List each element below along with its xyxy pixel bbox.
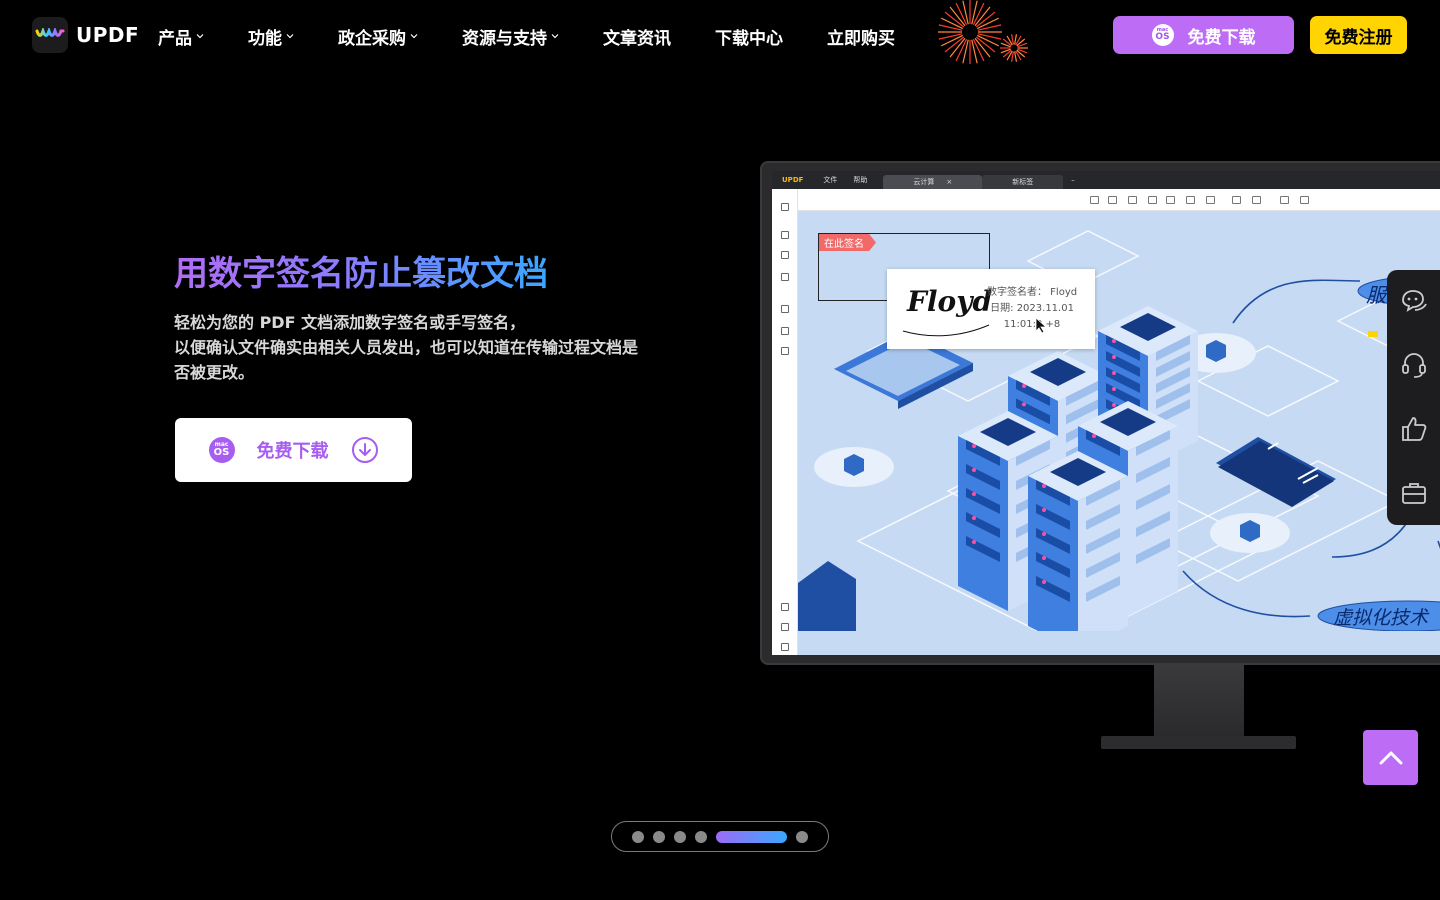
nav-menu-item[interactable]: 资源与支持 bbox=[462, 24, 559, 49]
toolbar-tool-icon[interactable] bbox=[1232, 196, 1241, 204]
fireworks-icon bbox=[938, 0, 1028, 64]
chevron-down-icon bbox=[410, 34, 418, 39]
new-tab-icon[interactable]: – bbox=[1071, 176, 1075, 184]
download-arrow-icon bbox=[351, 437, 378, 463]
macos-icon: mac OS bbox=[1151, 24, 1174, 46]
toolbar-tool-icon[interactable] bbox=[1166, 196, 1175, 204]
left-rail-tool-icon[interactable] bbox=[781, 603, 789, 611]
chevron-down-icon bbox=[551, 34, 559, 39]
logo[interactable]: UPDF bbox=[32, 17, 139, 53]
toolbar-tool-icon[interactable] bbox=[1300, 196, 1309, 204]
nav-menu-label: 资源与支持 bbox=[462, 28, 547, 49]
toolbar-tool-icon[interactable] bbox=[1090, 196, 1099, 204]
hero-description: 轻松为您的 PDF 文档添加数字签名或手写签名， 以便确认文件确实由相关人员发出… bbox=[174, 310, 714, 385]
nav-menu-label: 下载中心 bbox=[715, 28, 783, 49]
hero-desc-line: 否被更改。 bbox=[174, 363, 255, 382]
macos-icon: mac OS bbox=[208, 437, 235, 463]
pager-dot[interactable] bbox=[796, 830, 808, 843]
left-rail-tool-icon[interactable] bbox=[781, 251, 789, 259]
nav-menu-item[interactable]: 功能 bbox=[248, 24, 294, 49]
download-button-hero[interactable]: mac OS 免费下载 bbox=[175, 418, 412, 482]
main-menu: 产品 功能 政企采购 资源与支持 文章资讯 下载中心 立即购买 bbox=[158, 0, 939, 72]
download-label: 免费下载 bbox=[256, 441, 329, 462]
left-rail-tool-icon[interactable] bbox=[781, 327, 789, 335]
toolbar-tool-icon[interactable] bbox=[1280, 196, 1289, 204]
briefcase-icon[interactable] bbox=[1399, 478, 1429, 508]
thumbs-up-icon[interactable] bbox=[1399, 414, 1429, 444]
signature-card[interactable]: Floyd 数字签名者： Floyd 日期: 2023.11.01 11:01:… bbox=[887, 269, 1095, 349]
nav-menu-label: 立即购买 bbox=[827, 28, 895, 49]
document-canvas: 服 虚拟化技术 在此签名 Floyd 数字签名者： Floyd 日期: 2023… bbox=[798, 211, 1440, 655]
pager-dot[interactable] bbox=[653, 830, 665, 843]
monitor-stand bbox=[1154, 665, 1244, 737]
nav-menu-item[interactable]: 文章资讯 bbox=[603, 24, 671, 49]
app-menu-help[interactable]: 帮助 bbox=[853, 175, 867, 185]
pager-dot-active[interactable] bbox=[716, 830, 787, 843]
toolbar-tool-icon[interactable] bbox=[1128, 196, 1137, 204]
chevron-down-icon bbox=[286, 34, 294, 39]
download-button-top[interactable]: mac OS 免费下载 bbox=[1113, 16, 1294, 54]
app-left-rail bbox=[772, 189, 798, 655]
toolbar-tool-icon[interactable] bbox=[1186, 196, 1195, 204]
back-to-top-button[interactable] bbox=[1363, 730, 1418, 785]
nav-menu-item[interactable]: 立即购买 bbox=[827, 24, 895, 49]
left-rail-tool-icon[interactable] bbox=[781, 347, 789, 355]
hero-desc-line: 以便确认文件确实由相关人员发出，也可以知道在传输过程文档是 bbox=[174, 338, 639, 357]
signature-flourish bbox=[902, 324, 990, 337]
floating-sidebar bbox=[1387, 270, 1440, 525]
top-navbar: UPDF 产品 功能 政企采购 资源与支持 文章资讯 下载中心 立即购买 mac OS 免费… bbox=[0, 0, 1440, 72]
app-screen: UPDF 文件 帮助 云计算 × 新标签 – 服 虚拟化技术 在此签名 Floy… bbox=[772, 171, 1440, 655]
signature-text: Floyd bbox=[907, 285, 993, 318]
left-rail-tool-icon[interactable] bbox=[781, 643, 789, 651]
chat-icon[interactable] bbox=[1399, 286, 1429, 316]
chevron-up-icon bbox=[1379, 751, 1402, 764]
chevron-down-icon bbox=[196, 34, 204, 39]
app-tab-active[interactable]: 云计算 × bbox=[883, 175, 983, 189]
monitor-base bbox=[1101, 736, 1296, 749]
sign-here-tag: 在此签名 bbox=[819, 234, 876, 251]
hero-title: 用数字签名防止篡改文档 bbox=[174, 246, 548, 295]
app-titlebar: UPDF 文件 帮助 云计算 × 新标签 – bbox=[772, 171, 1440, 189]
left-rail-tool-icon[interactable] bbox=[781, 203, 789, 211]
nav-menu-label: 文章资讯 bbox=[603, 28, 671, 49]
nav-menu-item[interactable]: 下载中心 bbox=[715, 24, 783, 49]
nav-menu-item[interactable]: 产品 bbox=[158, 24, 204, 49]
callout-top-label: 服 bbox=[1366, 283, 1386, 307]
app-brand: UPDF bbox=[782, 176, 804, 184]
app-tab[interactable]: 新标签 bbox=[982, 175, 1064, 189]
hero-desc-line: 轻松为您的 PDF 文档添加数字签名或手写签名， bbox=[174, 313, 526, 332]
pager-dot[interactable] bbox=[674, 830, 686, 843]
nav-menu-label: 功能 bbox=[248, 28, 282, 49]
nav-menu-item[interactable]: 政企采购 bbox=[338, 24, 418, 49]
toolbar-tool-icon[interactable] bbox=[1206, 196, 1215, 204]
left-rail-tool-icon[interactable] bbox=[781, 305, 789, 313]
toolbar-tool-icon[interactable] bbox=[1148, 196, 1157, 204]
signature-info: 数字签名者： Floyd 日期: 2023.11.01 11:01:0 +8 bbox=[987, 285, 1077, 333]
headset-icon[interactable] bbox=[1399, 350, 1429, 380]
toolbar-tool-icon[interactable] bbox=[1108, 196, 1117, 204]
left-rail-tool-icon[interactable] bbox=[781, 623, 789, 631]
callout-bottom-label: 虚拟化技术 bbox=[1333, 607, 1429, 629]
nav-menu-label: 产品 bbox=[158, 28, 192, 49]
time-line: 11:01:0 +8 bbox=[1003, 319, 1061, 330]
cursor-icon bbox=[1035, 317, 1047, 333]
toolbar-tool-icon[interactable] bbox=[1252, 196, 1261, 204]
nav-menu-label: 政企采购 bbox=[338, 28, 406, 49]
left-rail-tool-icon[interactable] bbox=[781, 273, 789, 281]
logo-mark-icon bbox=[32, 17, 68, 53]
logo-text: UPDF bbox=[76, 23, 140, 47]
left-rail-tool-icon[interactable] bbox=[781, 231, 789, 239]
pager-dot[interactable] bbox=[695, 830, 707, 843]
signer-line: 数字签名者： Floyd bbox=[987, 287, 1078, 298]
monitor-mockup: UPDF 文件 帮助 云计算 × 新标签 – 服 虚拟化技术 在此签名 Floy… bbox=[760, 161, 1440, 665]
app-menu-file[interactable]: 文件 bbox=[823, 175, 837, 185]
pager-dot[interactable] bbox=[632, 830, 644, 843]
download-label: 免费下载 bbox=[1187, 27, 1256, 48]
register-button[interactable]: 免费注册 bbox=[1310, 16, 1407, 54]
carousel-pager bbox=[611, 821, 829, 852]
date-line: 日期: 2023.11.01 bbox=[990, 303, 1074, 314]
app-toolbar bbox=[772, 189, 1440, 211]
close-icon[interactable]: × bbox=[946, 178, 952, 186]
